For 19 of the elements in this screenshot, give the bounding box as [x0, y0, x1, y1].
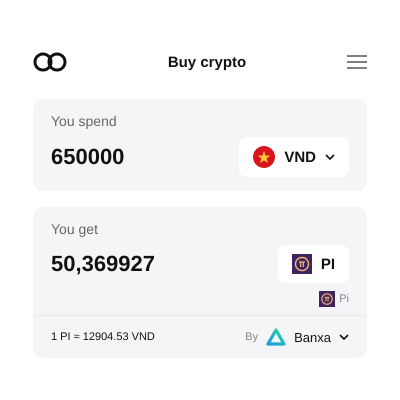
flag-icon: [253, 146, 276, 168]
network-label: Pi: [339, 293, 349, 305]
triangle-logo-icon: [266, 328, 286, 346]
provider-selector[interactable]: Banxa: [266, 328, 349, 346]
logo-icon: [33, 51, 67, 73]
coin-icon: [319, 291, 336, 307]
chevron-down-icon: [339, 334, 349, 340]
coin-icon: [292, 254, 312, 274]
amount-field[interactable]: 650000: [51, 144, 124, 170]
amount-field: 50,369927: [51, 251, 155, 277]
field-label: You get: [51, 221, 99, 237]
menu-icon[interactable]: [346, 55, 367, 69]
exchange-rate: 1 PI ≈ 12904.53 VND: [51, 331, 156, 343]
provider-prefix: By: [245, 331, 258, 343]
chevron-down-icon: [325, 154, 335, 160]
page-title: Buy crypto: [168, 54, 246, 70]
field-label: You spend: [51, 113, 118, 129]
crypto-selector[interactable]: PI: [278, 245, 349, 283]
currency-selector[interactable]: VND: [239, 137, 349, 177]
